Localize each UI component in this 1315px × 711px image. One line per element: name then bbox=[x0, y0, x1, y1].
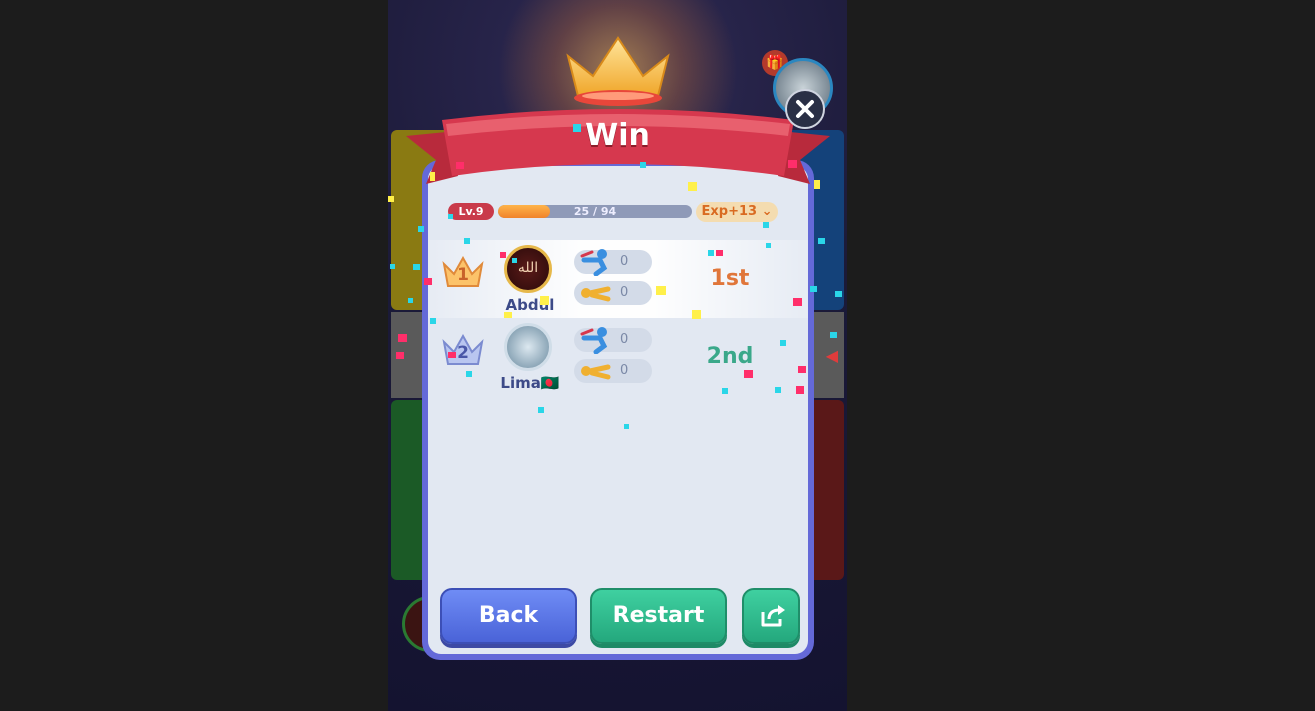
level-row: Lv.9 25 / 94 Exp+13 ⌄ bbox=[448, 202, 800, 222]
result-panel-body: Lv.9 25 / 94 Exp+13 ⌄ 1 الله Abdul 0 0 1… bbox=[428, 166, 808, 654]
placement-label: 2nd bbox=[706, 344, 754, 369]
player-name: Lima🇧🇩 bbox=[500, 374, 560, 392]
kills-value: 0 bbox=[620, 254, 629, 269]
rank-crown-icon: 1 bbox=[442, 255, 484, 294]
rank-number: 2 bbox=[457, 343, 469, 363]
crown-icon bbox=[566, 36, 670, 106]
result-title: Win bbox=[585, 118, 650, 153]
rank-number: 1 bbox=[457, 265, 469, 285]
share-button[interactable] bbox=[742, 588, 800, 644]
share-icon bbox=[761, 605, 785, 627]
kills-value: 0 bbox=[620, 332, 629, 347]
level-badge: Lv.9 bbox=[448, 203, 494, 220]
game-screen: ◀ 🎁 Lv.9 25 / 94 Exp+13 ⌄ 1 الله Abdul 0… bbox=[388, 0, 847, 711]
player-row: 2 Lima🇧🇩 0 0 2nd bbox=[428, 318, 808, 396]
rank-crown-icon: 2 bbox=[442, 333, 484, 372]
arrow-left-icon: ◀ bbox=[825, 346, 838, 365]
xp-bar: 25 / 94 bbox=[498, 205, 692, 218]
restart-button[interactable]: Restart bbox=[590, 588, 727, 644]
knocked-out-icon bbox=[581, 286, 611, 302]
placement-label: 1st bbox=[710, 266, 750, 291]
xp-text: 25 / 94 bbox=[573, 205, 617, 218]
avatar[interactable]: الله bbox=[504, 245, 552, 293]
knocked-out-icon bbox=[581, 364, 611, 380]
kick-icon bbox=[580, 327, 608, 354]
deaths-value: 0 bbox=[620, 363, 629, 378]
close-button[interactable] bbox=[785, 89, 825, 129]
player-name: Abdul bbox=[505, 296, 555, 314]
player-row: 1 الله Abdul 0 0 1st bbox=[428, 240, 808, 318]
chevron-down-icon: ⌄ bbox=[761, 204, 773, 219]
deaths-value: 0 bbox=[620, 285, 629, 300]
avatar-text: الله bbox=[517, 260, 539, 276]
avatar[interactable] bbox=[504, 323, 552, 371]
kills-stat: 0 bbox=[574, 249, 652, 276]
deaths-stat: 0 bbox=[574, 281, 652, 305]
exp-gain-button[interactable]: Exp+13 ⌄ bbox=[696, 202, 778, 222]
back-button[interactable]: Back bbox=[440, 588, 577, 644]
result-panel: Lv.9 25 / 94 Exp+13 ⌄ 1 الله Abdul 0 0 1… bbox=[422, 160, 814, 660]
exp-gain-label: Exp+13 bbox=[701, 204, 758, 219]
deaths-stat: 0 bbox=[574, 359, 652, 383]
kick-icon bbox=[580, 249, 608, 276]
close-icon bbox=[796, 100, 814, 118]
kills-stat: 0 bbox=[574, 327, 652, 354]
